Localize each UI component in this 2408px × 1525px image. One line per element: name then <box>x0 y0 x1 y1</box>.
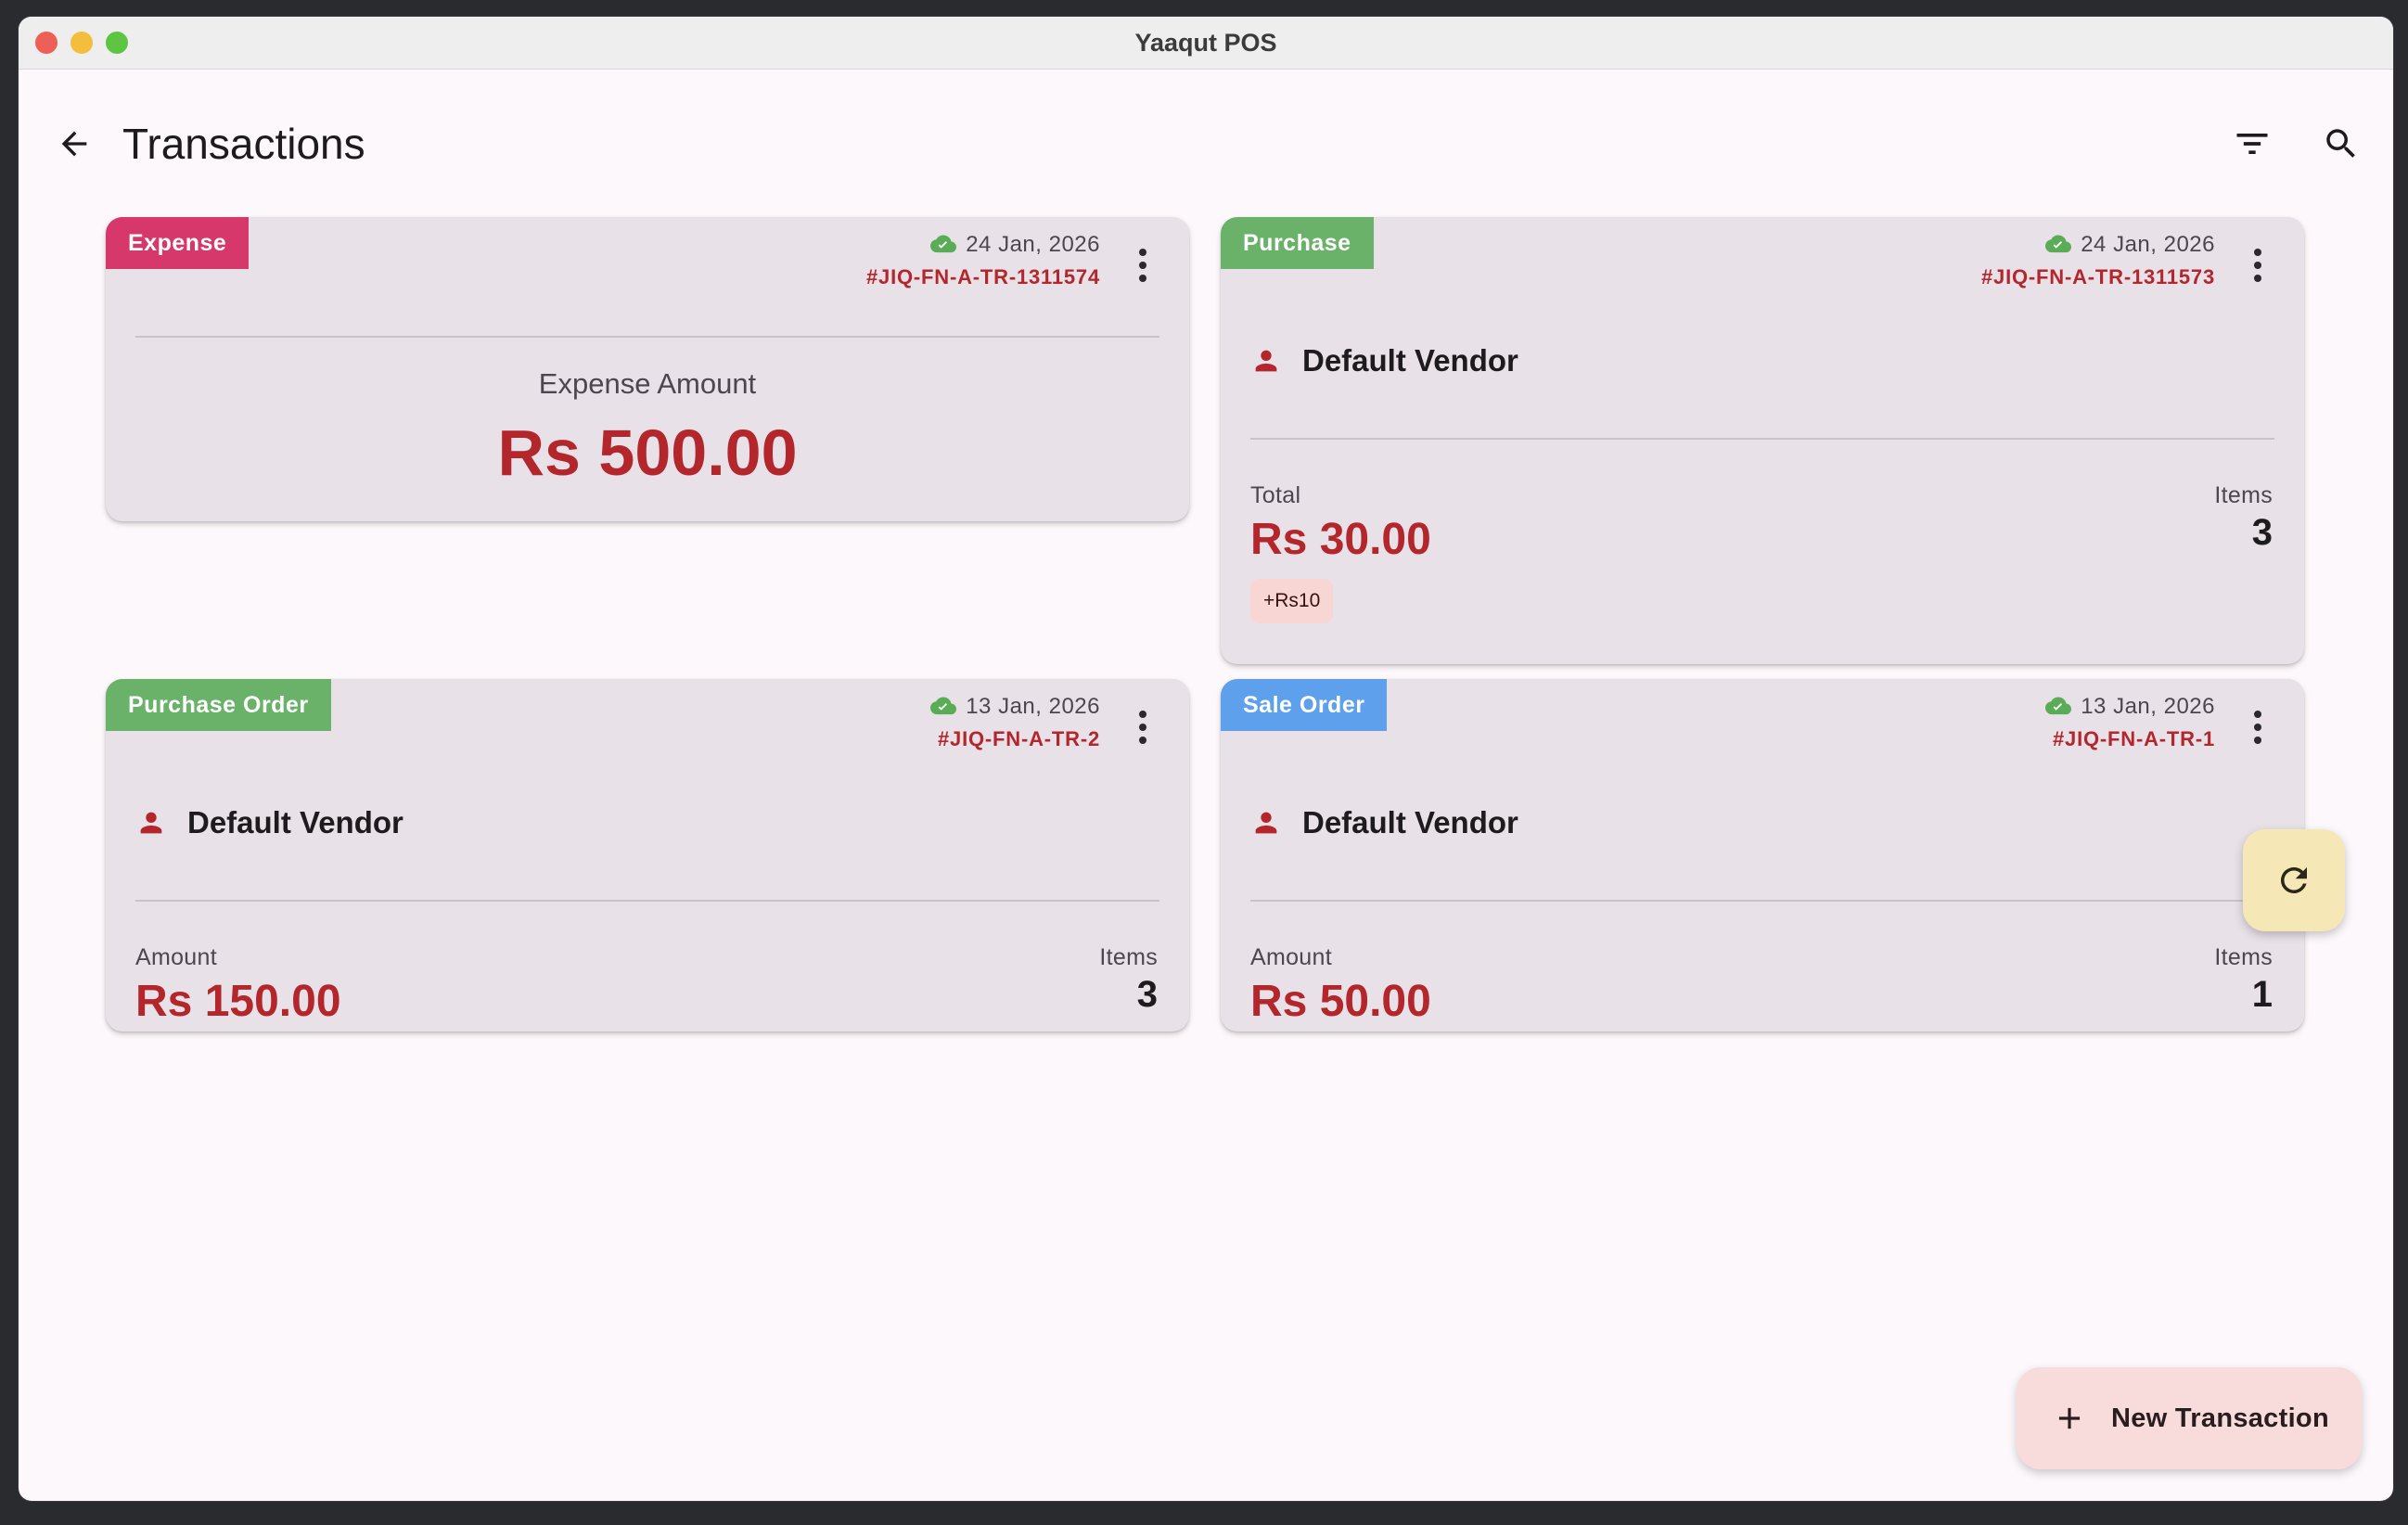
window-title: Yaaqut POS <box>1134 29 1277 57</box>
search-button[interactable] <box>2313 116 2369 172</box>
total-label: Total <box>1250 482 1301 508</box>
new-transaction-label: New Transaction <box>2111 1403 2329 1433</box>
back-button[interactable] <box>46 116 102 172</box>
type-tag: Sale Order <box>1221 679 1388 731</box>
vendor-name: Default Vendor <box>187 805 403 839</box>
vendor-name: Default Vendor <box>1302 805 1518 839</box>
cloud-done-icon <box>930 697 957 715</box>
divider <box>1250 438 2274 440</box>
person-icon <box>1255 350 1277 372</box>
amount-label: Amount <box>1250 944 1332 970</box>
filter-button[interactable] <box>2224 116 2280 172</box>
items-count: 3 <box>2251 512 2273 553</box>
divider <box>1250 900 2274 902</box>
items-label: Items <box>2214 944 2273 970</box>
vendor-row: Default Vendor <box>135 805 403 840</box>
divider <box>135 336 1159 338</box>
app-bar: Transactions <box>19 70 2393 172</box>
total-amount: Rs 30.00 <box>1250 515 1431 564</box>
vendor-name: Default Vendor <box>1302 343 1518 378</box>
transaction-card-purchase-order[interactable]: Purchase Order 13 Jan, 2026 #JIQ-FN-A-TR… <box>106 679 1189 1032</box>
items-label: Items <box>1099 944 1158 970</box>
search-icon <box>2326 129 2355 158</box>
type-tag: Purchase Order <box>106 679 331 731</box>
transaction-ref: #JIQ-FN-A-TR-1 <box>2053 727 2215 750</box>
transaction-ref: #JIQ-FN-A-TR-1311574 <box>866 265 1100 288</box>
transaction-card-purchase[interactable]: Purchase 24 Jan, 2026 #JIQ-FN-A-TR-13115… <box>1221 217 2304 664</box>
app-window: Yaaqut POS Transactions Expense 24 Jan, … <box>19 17 2393 1501</box>
cloud-done-icon <box>930 235 957 253</box>
order-amount: Rs 150.00 <box>135 977 341 1026</box>
vendor-row: Default Vendor <box>1250 805 1518 840</box>
type-tag: Purchase <box>1221 217 1374 269</box>
vendor-row: Default Vendor <box>1250 343 1518 378</box>
transaction-card-sale-order[interactable]: Sale Order 13 Jan, 2026 #JIQ-FN-A-TR-1 D… <box>1221 679 2304 1032</box>
person-icon <box>140 812 162 834</box>
page-title: Transactions <box>122 120 365 168</box>
transaction-card-expense[interactable]: Expense 24 Jan, 2026 #JIQ-FN-A-TR-131157… <box>106 217 1189 521</box>
transaction-date: 24 Jan, 2026 <box>966 232 1100 257</box>
refresh-icon <box>2280 867 2307 893</box>
transaction-ref: #JIQ-FN-A-TR-2 <box>938 727 1100 750</box>
plus-icon <box>2058 1407 2081 1429</box>
date-row: 24 Jan, 2026 <box>930 232 1100 258</box>
transaction-date: 13 Jan, 2026 <box>2081 694 2215 719</box>
amount-label: Amount <box>135 944 217 970</box>
divider <box>135 900 1159 902</box>
arrow-left-icon <box>61 131 87 157</box>
person-icon <box>1255 812 1277 834</box>
more-options-button[interactable] <box>2237 237 2278 293</box>
date-row: 13 Jan, 2026 <box>2045 694 2215 720</box>
order-amount: Rs 50.00 <box>1250 977 1431 1026</box>
transaction-date: 24 Jan, 2026 <box>2081 232 2215 257</box>
title-bar: Yaaqut POS <box>19 17 2393 70</box>
more-options-button[interactable] <box>1122 699 1163 755</box>
more-options-button[interactable] <box>2237 699 2278 755</box>
date-row: 13 Jan, 2026 <box>930 694 1100 720</box>
new-transaction-button[interactable]: New Transaction <box>2017 1367 2362 1469</box>
filter-icon <box>2236 134 2268 154</box>
expense-amount: Rs 500.00 <box>497 416 798 489</box>
more-options-button[interactable] <box>1122 237 1163 293</box>
items-count: 3 <box>1136 974 1158 1015</box>
transaction-date: 13 Jan, 2026 <box>966 694 1100 719</box>
type-tag: Expense <box>106 217 250 269</box>
cloud-done-icon <box>2045 697 2072 715</box>
items-label: Items <box>2214 482 2273 508</box>
transaction-ref: #JIQ-FN-A-TR-1311573 <box>1981 265 2215 288</box>
adjustment-chip: +Rs10 <box>1250 579 1334 623</box>
refresh-button[interactable] <box>2243 829 2345 931</box>
items-count: 1 <box>2251 974 2273 1015</box>
cloud-done-icon <box>2045 235 2072 253</box>
date-row: 24 Jan, 2026 <box>2045 232 2215 258</box>
expense-amount-label: Expense Amount <box>538 367 757 400</box>
